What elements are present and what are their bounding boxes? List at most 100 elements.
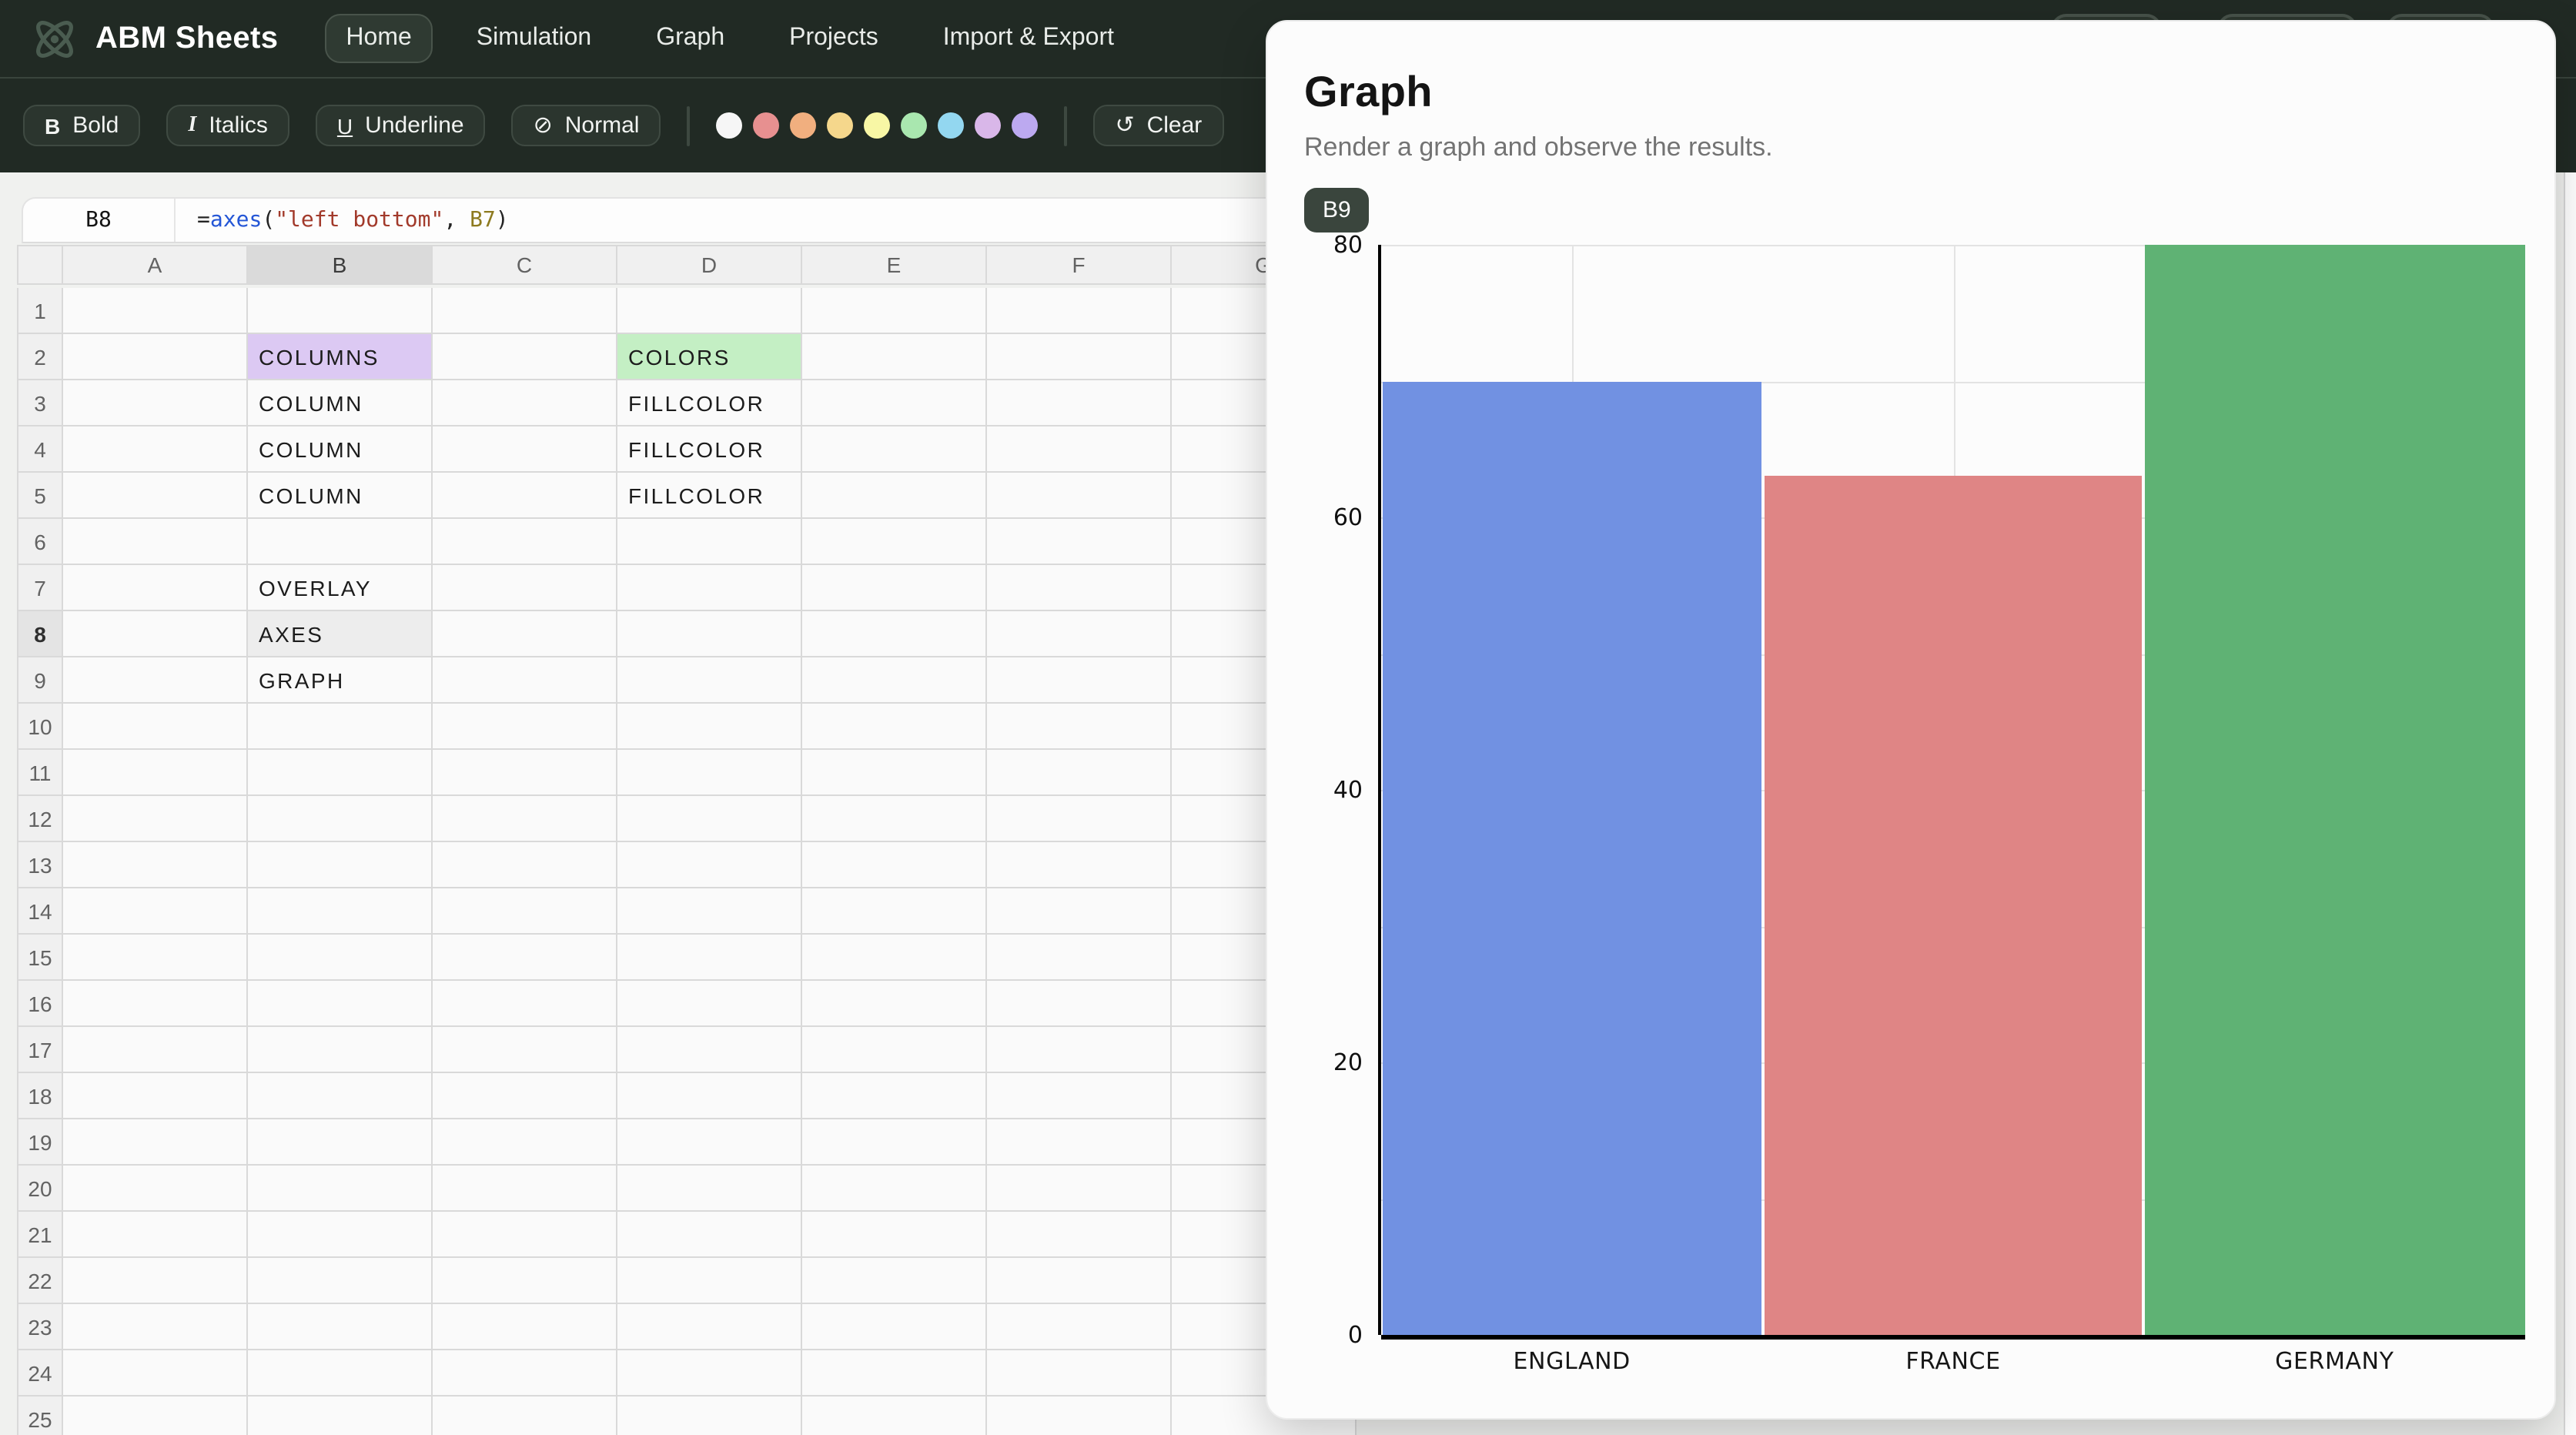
cell-F12[interactable] xyxy=(987,796,1172,842)
cell-C13[interactable] xyxy=(433,842,617,888)
cell-E2[interactable] xyxy=(802,334,987,380)
underline-button[interactable]: UUnderline xyxy=(316,105,486,146)
cell-D14[interactable] xyxy=(617,888,802,935)
cell-C22[interactable] xyxy=(433,1258,617,1304)
cell-A10[interactable] xyxy=(63,704,248,750)
cell-D25[interactable] xyxy=(617,1397,802,1435)
cell-D13[interactable] xyxy=(617,842,802,888)
cell-E23[interactable] xyxy=(802,1304,987,1350)
cell-E16[interactable] xyxy=(802,981,987,1027)
cell-B5[interactable]: COLUMN xyxy=(248,473,433,519)
cell-E25[interactable] xyxy=(802,1397,987,1435)
cell-D9[interactable] xyxy=(617,657,802,704)
cell-F11[interactable] xyxy=(987,750,1172,796)
cell-C6[interactable] xyxy=(433,519,617,565)
cell-A5[interactable] xyxy=(63,473,248,519)
cell-B8[interactable]: AXES xyxy=(248,611,433,657)
cell-F16[interactable] xyxy=(987,981,1172,1027)
row-header-6[interactable]: 6 xyxy=(17,519,63,565)
cell-E20[interactable] xyxy=(802,1166,987,1212)
row-header-4[interactable]: 4 xyxy=(17,426,63,473)
row-header-12[interactable]: 12 xyxy=(17,796,63,842)
cell-A24[interactable] xyxy=(63,1350,248,1397)
cell-A13[interactable] xyxy=(63,842,248,888)
cell-C24[interactable] xyxy=(433,1350,617,1397)
row-header-25[interactable]: 25 xyxy=(17,1397,63,1435)
cell-F22[interactable] xyxy=(987,1258,1172,1304)
row-header-10[interactable]: 10 xyxy=(17,704,63,750)
cell-C19[interactable] xyxy=(433,1119,617,1166)
cell-D24[interactable] xyxy=(617,1350,802,1397)
row-header-1[interactable]: 1 xyxy=(17,288,63,334)
cell-F1[interactable] xyxy=(987,288,1172,334)
cell-D6[interactable] xyxy=(617,519,802,565)
cell-B23[interactable] xyxy=(248,1304,433,1350)
cell-C21[interactable] xyxy=(433,1212,617,1258)
color-swatch-9[interactable] xyxy=(1012,112,1038,139)
cell-F3[interactable] xyxy=(987,380,1172,426)
cell-F5[interactable] xyxy=(987,473,1172,519)
nav-item-home[interactable]: Home xyxy=(324,14,433,63)
bold-button[interactable]: BBold xyxy=(23,105,140,146)
clear-button[interactable]: ↺ Clear xyxy=(1093,105,1223,146)
cell-A16[interactable] xyxy=(63,981,248,1027)
cell-B18[interactable] xyxy=(248,1073,433,1119)
cell-D7[interactable] xyxy=(617,565,802,611)
cell-B13[interactable] xyxy=(248,842,433,888)
cell-B12[interactable] xyxy=(248,796,433,842)
cell-A1[interactable] xyxy=(63,288,248,334)
cell-D21[interactable] xyxy=(617,1212,802,1258)
cell-F19[interactable] xyxy=(987,1119,1172,1166)
row-header-24[interactable]: 24 xyxy=(17,1350,63,1397)
cell-D4[interactable]: FILLCOLOR xyxy=(617,426,802,473)
cell-F2[interactable] xyxy=(987,334,1172,380)
cell-F4[interactable] xyxy=(987,426,1172,473)
cell-E10[interactable] xyxy=(802,704,987,750)
cell-A12[interactable] xyxy=(63,796,248,842)
cell-D17[interactable] xyxy=(617,1027,802,1073)
cell-E6[interactable] xyxy=(802,519,987,565)
cell-C2[interactable] xyxy=(433,334,617,380)
cell-E4[interactable] xyxy=(802,426,987,473)
cell-A15[interactable] xyxy=(63,935,248,981)
nav-item-projects[interactable]: Projects xyxy=(768,14,900,63)
row-header-2[interactable]: 2 xyxy=(17,334,63,380)
cell-E21[interactable] xyxy=(802,1212,987,1258)
cell-A3[interactable] xyxy=(63,380,248,426)
cell-A8[interactable] xyxy=(63,611,248,657)
cell-E13[interactable] xyxy=(802,842,987,888)
vertical-scrollbar[interactable] xyxy=(2564,172,2576,1435)
cell-F14[interactable] xyxy=(987,888,1172,935)
cell-E22[interactable] xyxy=(802,1258,987,1304)
row-header-17[interactable]: 17 xyxy=(17,1027,63,1073)
cell-B1[interactable] xyxy=(248,288,433,334)
cell-B16[interactable] xyxy=(248,981,433,1027)
column-header-A[interactable]: A xyxy=(63,245,248,285)
row-header-13[interactable]: 13 xyxy=(17,842,63,888)
cell-C16[interactable] xyxy=(433,981,617,1027)
row-header-19[interactable]: 19 xyxy=(17,1119,63,1166)
cell-B4[interactable]: COLUMN xyxy=(248,426,433,473)
cell-C3[interactable] xyxy=(433,380,617,426)
row-header-5[interactable]: 5 xyxy=(17,473,63,519)
column-header-B[interactable]: B xyxy=(248,245,433,285)
cell-B11[interactable] xyxy=(248,750,433,796)
row-header-20[interactable]: 20 xyxy=(17,1166,63,1212)
cell-C4[interactable] xyxy=(433,426,617,473)
cell-E12[interactable] xyxy=(802,796,987,842)
cell-A7[interactable] xyxy=(63,565,248,611)
cell-C9[interactable] xyxy=(433,657,617,704)
row-header-15[interactable]: 15 xyxy=(17,935,63,981)
cell-E14[interactable] xyxy=(802,888,987,935)
cell-A23[interactable] xyxy=(63,1304,248,1350)
color-swatch-8[interactable] xyxy=(975,112,1001,139)
cell-E24[interactable] xyxy=(802,1350,987,1397)
cell-E18[interactable] xyxy=(802,1073,987,1119)
cell-F7[interactable] xyxy=(987,565,1172,611)
cell-A19[interactable] xyxy=(63,1119,248,1166)
italics-button[interactable]: IItalics xyxy=(166,105,289,146)
cell-B22[interactable] xyxy=(248,1258,433,1304)
cell-C5[interactable] xyxy=(433,473,617,519)
cell-A18[interactable] xyxy=(63,1073,248,1119)
cell-B9[interactable]: GRAPH xyxy=(248,657,433,704)
